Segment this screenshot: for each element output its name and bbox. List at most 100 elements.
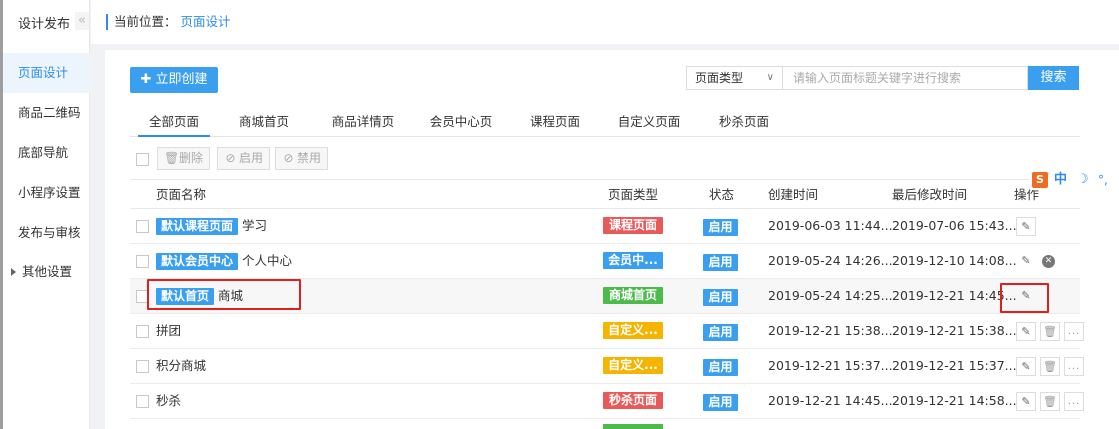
page-type-tag: 会员中... (603, 252, 663, 269)
moon-icon[interactable]: ☽ (1077, 170, 1089, 190)
partial-row-tag (603, 424, 663, 429)
breadcrumb-prefix: 当前位置： (114, 14, 177, 29)
close-icon[interactable]: ✕ (1042, 255, 1055, 268)
edit-button[interactable]: ✎ (1016, 252, 1036, 271)
created-time: 2019-06-03 11:44... (768, 218, 893, 233)
annotation-highlight-name (147, 279, 301, 310)
sidebar-item-publish-review[interactable]: 发布与审核 (3, 213, 90, 253)
ellipsis-icon: ... (1067, 361, 1081, 372)
bulk-delete-button[interactable]: 🗑删除 (157, 147, 211, 170)
page-name: 个人中心 (242, 253, 293, 268)
sidebar-item-label: 其他设置 (22, 264, 73, 279)
row-checkbox[interactable] (136, 395, 149, 408)
page-name-cell[interactable]: 默认会员中心 个人中心 (156, 244, 292, 278)
header-modified: 最后修改时间 (892, 187, 968, 202)
page-name-cell[interactable]: 默认课程页面 学习 (156, 209, 267, 243)
edit-button[interactable]: ✎ (1016, 357, 1036, 376)
collapse-sidebar-button[interactable]: « (75, 12, 89, 30)
bulk-disable-button[interactable]: ⊘ 禁用 (275, 147, 329, 170)
page-type-tag: 商城首页 (603, 287, 663, 304)
bulk-disable-label: 禁用 (297, 151, 322, 165)
ime-toolbar[interactable]: S 中 ☽ °, (1030, 170, 1119, 190)
tab-all-pages[interactable]: 全部页面 (138, 107, 210, 137)
bulk-enable-label: 启用 (239, 151, 264, 165)
ime-logo-icon: S (1032, 172, 1048, 188)
ime-mode-label[interactable]: 中 (1054, 170, 1067, 190)
edit-button[interactable]: ✎ (1016, 322, 1036, 341)
caret-right-icon (11, 267, 16, 276)
bulk-enable-button[interactable]: ⊘ 启用 (217, 147, 271, 170)
breadcrumb-current[interactable]: 页面设计 (181, 14, 231, 29)
status-badge: 启用 (703, 359, 738, 376)
sidebar-item-product-qrcode[interactable]: 商品二维码 (3, 93, 90, 133)
default-page-tag: 默认会员中心 (156, 253, 239, 270)
sidebar: 设计发布 « 页面设计 商品二维码 底部导航 小程序设置 发布与审核 其他设置 (0, 0, 90, 429)
delete-button[interactable]: 🗑 (1040, 392, 1060, 411)
trash-icon: 🗑 (1043, 325, 1057, 338)
trash-icon: 🗑 (1043, 395, 1057, 408)
more-button[interactable]: ... (1064, 322, 1084, 341)
tab-member-center[interactable]: 会员中心页 (421, 107, 501, 137)
page-type-tag: 自定义... (603, 357, 663, 374)
plus-icon: ✚ (140, 72, 152, 87)
table-row: 默认课程页面 学习 课程页面 启用 2019-06-03 11:44... 201… (130, 209, 1080, 244)
create-label: 立即创建 (155, 72, 208, 87)
breadcrumb-bar: 当前位置： 页面设计 (91, 0, 1119, 44)
tab-course-page[interactable]: 课程页面 (520, 107, 590, 137)
sidebar-item-label: 商品二维码 (18, 105, 81, 120)
header-type: 页面类型 (608, 187, 659, 202)
select-all-checkbox[interactable] (136, 153, 149, 166)
tab-flash-sale[interactable]: 秒杀页面 (709, 107, 779, 137)
sidebar-item-label: 发布与审核 (18, 225, 81, 240)
search-button[interactable]: 搜索 (1028, 66, 1079, 90)
sidebar-item-bottom-nav[interactable]: 底部导航 (3, 133, 90, 173)
table-row: 拼团 自定义... 启用 2019-12-21 15:38... 2019-12… (130, 314, 1084, 349)
ellipsis-icon: ... (1067, 326, 1081, 337)
status-badge: 启用 (703, 254, 738, 271)
default-page-tag: 默认课程页面 (156, 218, 239, 235)
page-name-cell[interactable]: 积分商城 (156, 349, 206, 383)
modified-time: 2019-12-21 15:37... (892, 358, 1017, 373)
page-name-cell[interactable]: 拼团 (156, 314, 181, 348)
page-name-cell[interactable]: 秒杀 (156, 384, 181, 418)
table-row: 秒杀 秒杀页面 启用 2019-12-21 14:45... 2019-12-2… (130, 384, 1084, 419)
header-name: 页面名称 (156, 187, 207, 202)
page-type-select-value: 页面类型 (695, 71, 744, 85)
pencil-icon: ✎ (1021, 395, 1031, 408)
pencil-icon: ✎ (1021, 254, 1031, 267)
breadcrumb: 当前位置： 页面设计 (106, 14, 231, 30)
tab-product-detail[interactable]: 商品详情页 (320, 107, 406, 137)
edit-button[interactable]: ✎ (1016, 217, 1036, 236)
row-checkbox[interactable] (136, 220, 149, 233)
created-time: 2019-05-24 14:26... (768, 253, 893, 268)
row-checkbox[interactable] (136, 360, 149, 373)
check-circle-icon: ⊘ (225, 151, 236, 165)
page-type-tag: 自定义... (603, 322, 663, 339)
delete-button[interactable]: 🗑 (1040, 357, 1060, 376)
search-input[interactable]: 请输入页面标题关键字进行搜索 (783, 66, 1028, 90)
sidebar-item-other-settings[interactable]: 其他设置 (3, 252, 90, 292)
more-button[interactable]: ... (1064, 392, 1084, 411)
page-type-tag: 课程页面 (603, 217, 663, 234)
modified-time: 2019-12-10 14:08... (892, 253, 1017, 268)
main-panel: ✚ 立即创建 页面类型 ∨ 请输入页面标题关键字进行搜索 搜索 全部页面 商城首… (105, 50, 1119, 429)
row-checkbox[interactable] (136, 255, 149, 268)
created-time: 2019-12-21 14:45... (768, 393, 893, 408)
sidebar-item-miniprogram-settings[interactable]: 小程序设置 (3, 173, 90, 213)
row-checkbox[interactable] (136, 325, 149, 338)
created-time: 2019-12-21 15:37... (768, 358, 893, 373)
pencil-icon: ✎ (1021, 220, 1031, 233)
more-button[interactable]: ... (1064, 357, 1084, 376)
tab-custom-page[interactable]: 自定义页面 (608, 107, 690, 137)
punctuation-icon[interactable]: °, (1098, 170, 1108, 190)
edit-button[interactable]: ✎ (1016, 392, 1036, 411)
page-type-select[interactable]: 页面类型 ∨ (686, 66, 783, 90)
pencil-icon: ✎ (1021, 360, 1031, 373)
sidebar-item-page-design[interactable]: 页面设计 (3, 53, 90, 93)
status-badge: 启用 (703, 289, 738, 306)
delete-button[interactable]: 🗑 (1040, 322, 1060, 341)
create-page-button[interactable]: ✚ 立即创建 (130, 67, 218, 93)
status-badge: 启用 (703, 324, 738, 341)
sidebar-item-label: 页面设计 (18, 65, 69, 80)
tab-mall-home[interactable]: 商城首页 (227, 107, 301, 137)
